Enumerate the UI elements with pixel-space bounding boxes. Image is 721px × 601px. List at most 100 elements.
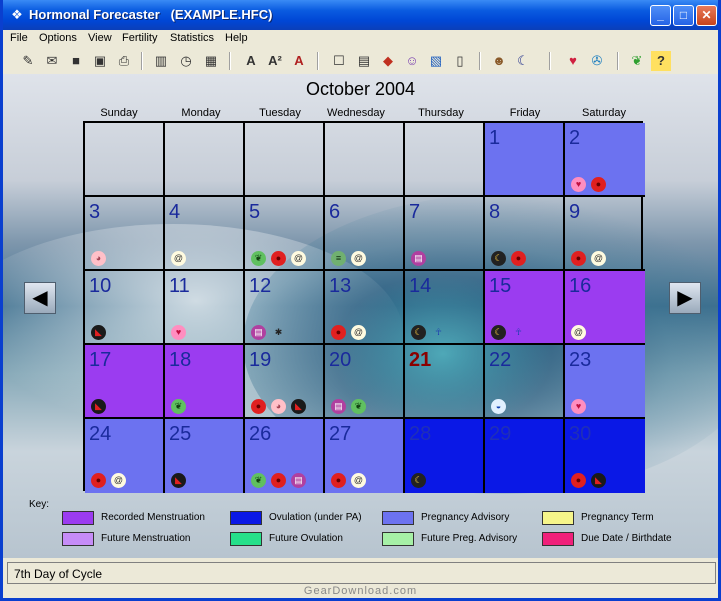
weekday-sunday: Sunday xyxy=(100,107,138,119)
picture-icon[interactable]: ▧ xyxy=(426,51,446,71)
mask-icon[interactable]: ☺ xyxy=(402,51,422,71)
moon-icon: ☾ xyxy=(491,251,506,266)
day-cell[interactable]: 5 ❦ ● @ xyxy=(245,197,325,271)
print-icon[interactable]: ⎙ xyxy=(114,51,134,71)
calculator-icon[interactable]: ▥ xyxy=(151,51,171,71)
day-cell[interactable]: 24 ● @ xyxy=(85,419,165,493)
person-icon[interactable]: ☻ xyxy=(489,51,509,71)
frog-icon: ❦ xyxy=(251,251,266,266)
day-cell[interactable]: 17 ◣ xyxy=(85,345,165,419)
heart-icon: ♥ xyxy=(571,177,586,192)
key-label: Key: xyxy=(29,499,50,510)
help-icon[interactable]: ? xyxy=(651,51,671,71)
day-number: 16 xyxy=(569,275,592,297)
new-icon[interactable]: ✎ xyxy=(18,51,38,71)
next-month-button[interactable]: ▶ xyxy=(669,282,701,314)
close-button[interactable]: ✕ xyxy=(696,5,717,26)
menu-fertility[interactable]: Fertility xyxy=(122,32,157,44)
book-icon[interactable]: ▤ xyxy=(354,51,374,71)
day-cell[interactable]: 16 @ xyxy=(565,271,645,345)
font-size-icon[interactable]: A² xyxy=(265,51,285,71)
thermometer-icon[interactable]: ▯ xyxy=(450,51,470,71)
day-cell[interactable]: 10 ◣ xyxy=(85,271,165,345)
empty-day-cell[interactable] xyxy=(405,123,485,197)
frog-icon[interactable]: ❦ xyxy=(627,51,647,71)
menu-view[interactable]: View xyxy=(88,32,112,44)
day-number: 30 xyxy=(569,423,592,445)
prev-month-button[interactable]: ◀ xyxy=(24,282,56,314)
heart-icon: ♥ xyxy=(571,399,586,414)
day-number: 13 xyxy=(329,275,352,297)
day-cell[interactable]: 30 ● ◣ xyxy=(565,419,645,493)
weekday-saturday: Saturday xyxy=(581,107,627,119)
app-icon[interactable]: ❖ xyxy=(9,7,25,23)
save-icon[interactable]: ■ xyxy=(66,51,86,71)
day-cell[interactable]: 15 ☾ ☥ xyxy=(485,271,565,345)
day-cell[interactable]: 4 @ xyxy=(165,197,245,271)
day-cell[interactable]: 8 ☾ ● xyxy=(485,197,565,271)
toolbar-separator xyxy=(549,52,551,70)
legend-swatch xyxy=(230,511,262,525)
empty-day-cell[interactable] xyxy=(325,123,405,197)
font-icon[interactable]: A xyxy=(241,51,261,71)
weekday-monday: Monday xyxy=(181,107,221,119)
legend-label: Recorded Menstruation xyxy=(101,512,205,523)
day-cell[interactable]: 14 ☾ ☥ xyxy=(405,271,485,345)
empty-day-cell[interactable] xyxy=(85,123,165,197)
minimize-button[interactable]: _ xyxy=(650,5,671,26)
status-bar: 7th Day of Cycle xyxy=(7,562,716,584)
swirl-icon: @ xyxy=(351,251,366,266)
book-icon: ▤ xyxy=(291,473,306,488)
clock-icon[interactable]: ◷ xyxy=(176,51,196,71)
day-cell[interactable]: 9 ● @ xyxy=(565,197,645,271)
day-cell[interactable]: 7 ▤ xyxy=(405,197,485,271)
day-cell[interactable]: 19 ● ◕ ◣ xyxy=(245,345,325,419)
day-cell[interactable]: 27 ● @ xyxy=(325,419,405,493)
day-cell[interactable]: 12 ▤ ✱ xyxy=(245,271,325,345)
empty-day-cell[interactable] xyxy=(165,123,245,197)
day-cell[interactable]: 22 ◒ xyxy=(485,345,565,419)
flag-icon: ◣ xyxy=(171,473,186,488)
frog-icon: ❦ xyxy=(351,399,366,414)
weekday-wednesday: Wednesday xyxy=(327,107,385,119)
menu-options[interactable]: Options xyxy=(39,32,77,44)
day-cell[interactable]: 26 ❦ ● ▤ xyxy=(245,419,325,493)
notes-icon[interactable]: ☐ xyxy=(329,51,349,71)
cube-icon[interactable]: ◆ xyxy=(378,51,398,71)
moon-icon: ☾ xyxy=(411,325,426,340)
day-number: 18 xyxy=(169,349,192,371)
day-cell[interactable]: 23 ♥ xyxy=(565,345,645,419)
lips-icon: ● xyxy=(571,473,586,488)
day-cell[interactable]: 28 ☾ xyxy=(405,419,485,493)
font-color-icon[interactable]: A xyxy=(289,51,309,71)
app-window: ❖ Hormonal Forecaster (EXAMPLE.HFC) _ □ … xyxy=(0,0,721,601)
moon-icon[interactable]: ☾ xyxy=(513,51,533,71)
open-icon[interactable]: ✉ xyxy=(42,51,62,71)
menu-file[interactable]: File xyxy=(10,32,28,44)
lifebuoy-icon[interactable]: ✇ xyxy=(587,51,607,71)
empty-day-cell[interactable] xyxy=(245,123,325,197)
calendar-grid-icon[interactable]: ▦ xyxy=(201,51,221,71)
menu-help[interactable]: Help xyxy=(225,32,248,44)
day-number: 11 xyxy=(169,275,190,297)
title-bar[interactable]: ❖ Hormonal Forecaster (EXAMPLE.HFC) _ □ … xyxy=(3,0,718,30)
day-cell[interactable]: 13 ● @ xyxy=(325,271,405,345)
day-cell[interactable]: 25 ◣ xyxy=(165,419,245,493)
lips-icon: ● xyxy=(331,325,346,340)
legend-label: Future Preg. Advisory xyxy=(421,533,518,544)
day-cell[interactable]: 29 xyxy=(485,419,565,493)
day-cell[interactable]: 20 ▤ ❦ xyxy=(325,345,405,419)
day-cell[interactable]: 3 ◕ xyxy=(85,197,165,271)
day-cell[interactable]: 1 xyxy=(485,123,565,197)
day-cell[interactable]: 6 ≡ @ xyxy=(325,197,405,271)
save-as-icon[interactable]: ▣ xyxy=(90,51,110,71)
day-cell[interactable]: 18 ❦ xyxy=(165,345,245,419)
toolbar-separator xyxy=(617,52,619,70)
maximize-button[interactable]: □ xyxy=(673,5,694,26)
menu-statistics[interactable]: Statistics xyxy=(170,32,214,44)
heart-icon[interactable]: ♥ xyxy=(563,51,583,71)
day-cell[interactable]: 11 ♥ xyxy=(165,271,245,345)
lips-icon: ● xyxy=(591,177,606,192)
day-cell[interactable]: 2 ♥ ● xyxy=(565,123,645,197)
day-cell[interactable]: 21 xyxy=(405,345,485,419)
